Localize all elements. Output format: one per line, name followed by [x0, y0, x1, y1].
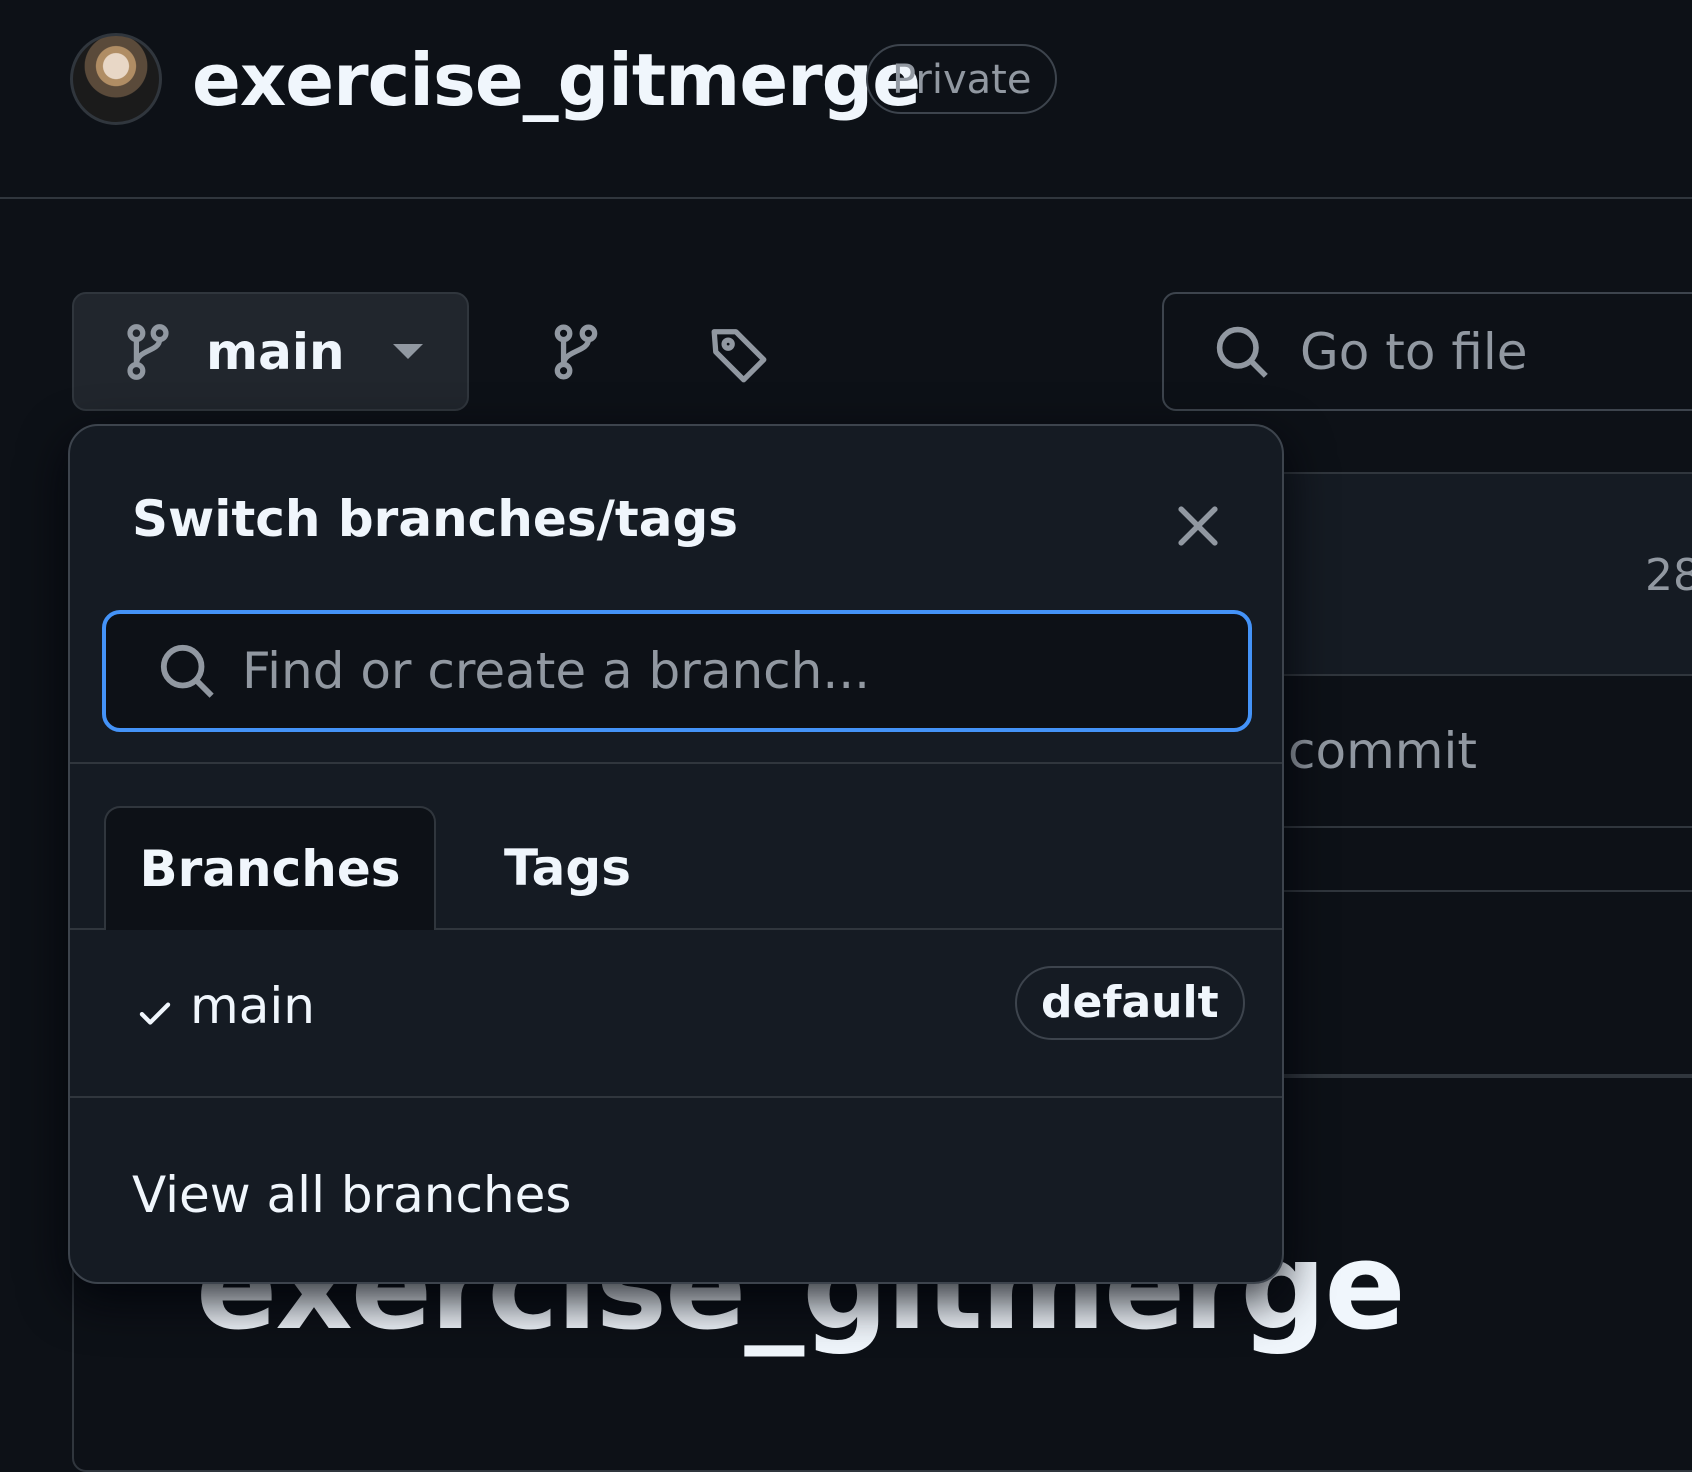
- check-icon: [139, 1002, 171, 1025]
- branch-selector-label: main: [206, 322, 345, 381]
- latest-commit-row: [1260, 474, 1692, 676]
- tab-tags[interactable]: Tags: [484, 806, 651, 930]
- branch-search-input[interactable]: [240, 641, 1204, 701]
- branch-selector-button[interactable]: main: [72, 292, 469, 411]
- row-divider: [1260, 1074, 1692, 1078]
- close-icon[interactable]: [1170, 498, 1226, 554]
- go-to-file-placeholder: Go to file: [1300, 322, 1528, 381]
- branch-search-field[interactable]: [102, 610, 1252, 732]
- avatar[interactable]: [70, 33, 162, 125]
- go-to-file-search[interactable]: Go to file: [1162, 292, 1692, 411]
- branch-switcher-popup: Switch branches/tags Branches Tags main …: [68, 424, 1284, 1284]
- popup-divider: [70, 1096, 1282, 1098]
- popup-title: Switch branches/tags: [132, 490, 739, 548]
- tag-icon[interactable]: [708, 324, 770, 386]
- header-divider: [0, 197, 1692, 199]
- row-divider: [1260, 890, 1692, 892]
- row-divider: [1260, 826, 1692, 828]
- search-icon: [160, 644, 214, 698]
- caret-down-icon: [392, 344, 423, 359]
- branch-list-item[interactable]: main default: [70, 916, 1282, 1096]
- commit-count-partial: 28: [1645, 550, 1692, 601]
- search-icon: [1216, 326, 1268, 378]
- tab-branches[interactable]: Branches: [104, 806, 436, 930]
- git-branch-icon: [127, 323, 169, 380]
- repo-title[interactable]: exercise_gitmerge: [192, 34, 921, 126]
- branch-name: main: [190, 977, 315, 1035]
- default-badge: default: [1015, 966, 1245, 1040]
- visibility-badge: Private: [866, 44, 1058, 114]
- view-all-branches-link[interactable]: View all branches: [132, 1166, 571, 1224]
- git-branch-icon[interactable]: [548, 324, 604, 380]
- commit-message-partial: commit: [1288, 722, 1477, 780]
